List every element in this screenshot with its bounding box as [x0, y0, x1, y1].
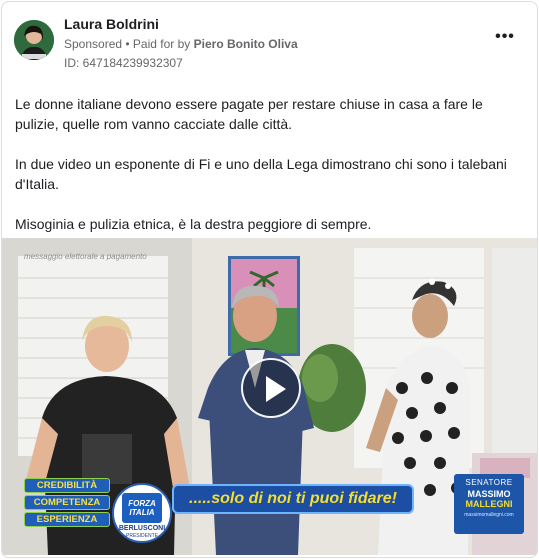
- party-logo-sub: PRESIDENTE: [126, 533, 158, 539]
- paragraph: Le donne italiane devono essere pagate p…: [15, 96, 483, 132]
- play-icon[interactable]: [241, 358, 301, 418]
- sponsored-label: Sponsored: [64, 37, 123, 51]
- quality-pill: CREDIBILITÀ: [24, 478, 110, 493]
- senator-title: SENATORE: [465, 478, 513, 487]
- post-body: Le donne italiane devono essere pagate p…: [15, 94, 530, 254]
- senator-badge: SENATORE MASSIMO MALLEGNI massimomallegn…: [454, 474, 524, 534]
- post-header: Laura Boldrini Sponsored • Paid for by P…: [2, 2, 537, 82]
- video-watermark: messaggio elettorale a pagamento: [24, 252, 147, 261]
- paragraph: Misoginia e pulizia etnica, è la destra …: [15, 216, 372, 232]
- paid-for-prefix: • Paid for by: [125, 37, 191, 51]
- ad-id: ID: 647184239932307: [64, 56, 183, 70]
- author-name[interactable]: Laura Boldrini: [64, 16, 159, 32]
- quality-pill: ESPERIENZA: [24, 512, 110, 527]
- play-triangle: [266, 376, 286, 402]
- paragraph: In due video un esponente di Fi e uno de…: [15, 156, 507, 192]
- qualities-banner: CREDIBILITÀ COMPETENZA ESPERIENZA: [24, 478, 110, 529]
- quality-pill: COMPETENZA: [24, 495, 110, 510]
- avatar[interactable]: [14, 20, 54, 60]
- video-player[interactable]: messaggio elettorale a pagamento CREDIBI…: [2, 238, 537, 555]
- party-logo-top: FORZA ITALIA: [128, 499, 156, 517]
- senator-last-name: MALLEGNI: [465, 499, 513, 509]
- slogan-banner: .....solo di noi ti puoi fidare!: [172, 484, 414, 514]
- ad-card: Laura Boldrini Sponsored • Paid for by P…: [1, 1, 538, 558]
- party-logo-name: BERLUSCONI: [118, 525, 166, 532]
- senator-first-name: MASSIMO: [467, 489, 511, 499]
- payer-name[interactable]: Piero Bonito Oliva: [194, 37, 298, 51]
- senator-site: massimomallegni.com: [464, 512, 514, 518]
- sponsored-line: Sponsored • Paid for by Piero Bonito Oli…: [64, 37, 298, 51]
- more-options-icon[interactable]: •••: [493, 29, 517, 50]
- party-logo: FORZA ITALIA BERLUSCONI PRESIDENTE: [112, 483, 172, 543]
